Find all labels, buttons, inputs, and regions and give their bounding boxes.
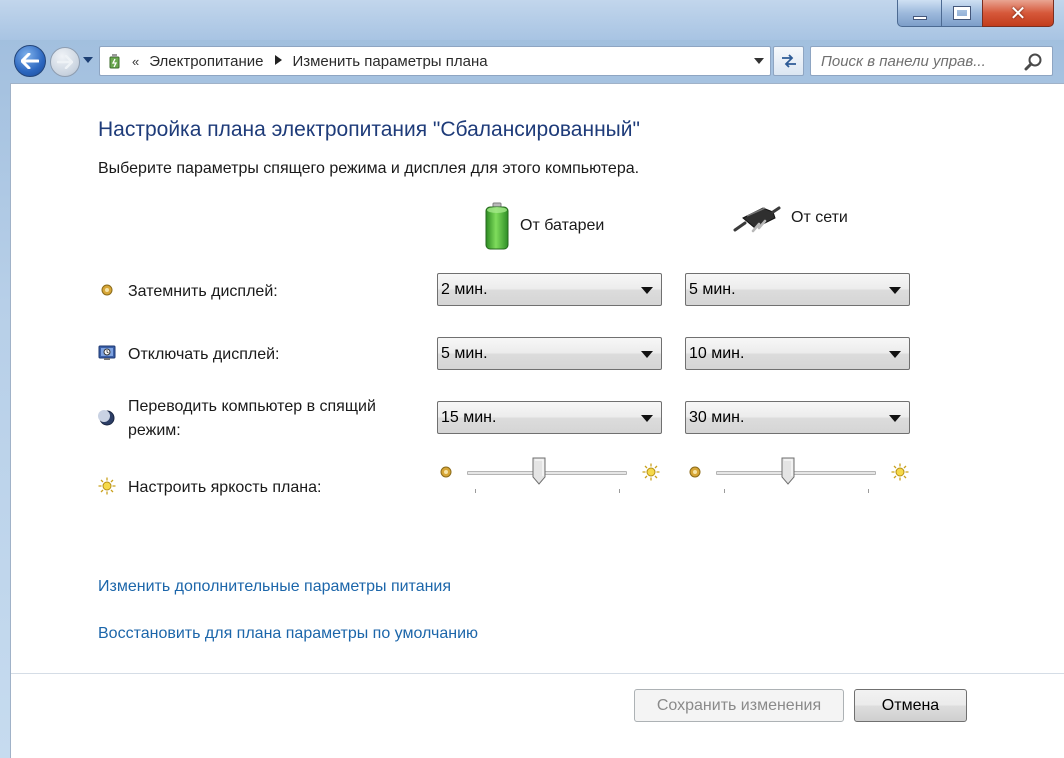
bright-sun-icon <box>642 463 660 481</box>
breadcrumb-separator-icon[interactable] <box>275 54 283 68</box>
sleep-battery-select[interactable]: 15 мин. <box>437 401 662 434</box>
chevron-down-icon <box>641 287 653 294</box>
dim-display-battery-value: 2 мин. <box>441 280 488 298</box>
sleep-plugged-select[interactable]: 30 мин. <box>685 401 910 434</box>
slider-tick <box>868 489 869 493</box>
column-label-battery: От батареи <box>520 217 605 234</box>
turn-off-display-battery-value: 5 мин. <box>441 344 488 362</box>
sun-icon <box>98 477 116 495</box>
footer-divider <box>11 673 1064 674</box>
minimize-icon <box>912 16 927 20</box>
chevron-down-icon <box>754 57 764 64</box>
display-off-icon <box>98 345 116 360</box>
chevron-down-icon <box>889 415 901 422</box>
chevron-down-icon <box>83 57 93 63</box>
moon-icon <box>98 410 115 426</box>
page-title: Настройка плана электропитания "Сбаланси… <box>98 118 640 141</box>
chevron-down-icon <box>641 415 653 422</box>
breadcrumb-edit-plan[interactable]: Изменить параметры плана <box>292 53 487 70</box>
sleep-label: Переводить компьютер в спящий режим: <box>128 395 376 443</box>
page-subtitle: Выберите параметры спящего режима и дисп… <box>98 160 640 177</box>
slider-track[interactable] <box>716 471 876 475</box>
chevron-down-icon <box>641 351 653 358</box>
battery-icon <box>485 202 509 250</box>
address-chevron[interactable]: « <box>132 54 139 69</box>
slider-thumb[interactable] <box>781 457 795 485</box>
minimize-button[interactable] <box>897 0 942 27</box>
chevron-down-icon <box>889 287 901 294</box>
brightness-plugged-slider[interactable] <box>686 457 916 497</box>
address-dropdown-button[interactable] <box>748 47 770 75</box>
refresh-icon <box>781 54 796 68</box>
search-box[interactable] <box>810 46 1053 76</box>
advanced-settings-link[interactable]: Изменить дополнительные параметры питани… <box>98 578 451 596</box>
column-header-plugged: От сети <box>733 202 848 234</box>
bright-sun-icon <box>891 463 909 481</box>
arrow-left-icon <box>21 53 39 69</box>
control-panel-icon <box>104 51 126 71</box>
dim-display-icon <box>101 284 113 296</box>
dim-sun-icon <box>689 466 701 478</box>
content-pane: Настройка плана электропитания "Сбаланси… <box>10 83 1064 758</box>
sleep-plugged-value: 30 мин. <box>689 408 745 426</box>
arrow-right-icon <box>57 55 73 69</box>
dim-display-plugged-value: 5 мин. <box>689 280 736 298</box>
dim-display-label: Затемнить дисплей: <box>128 283 278 300</box>
breadcrumb-power-options[interactable]: Электропитание <box>149 53 263 70</box>
turn-off-display-plugged-value: 10 мин. <box>689 344 745 362</box>
close-button[interactable]: ✕ <box>982 0 1054 27</box>
address-bar[interactable]: « Электропитание Изменить параметры план… <box>99 46 771 76</box>
dim-display-battery-select[interactable]: 2 мин. <box>437 273 662 306</box>
maximize-button[interactable] <box>941 0 983 27</box>
slider-tick <box>475 489 476 493</box>
save-button[interactable]: Сохранить изменения <box>634 689 844 722</box>
chevron-down-icon <box>889 351 901 358</box>
close-icon: ✕ <box>1009 1 1027 25</box>
dim-display-plugged-select[interactable]: 5 мин. <box>685 273 910 306</box>
search-input[interactable] <box>821 48 1021 74</box>
turn-off-display-battery-select[interactable]: 5 мин. <box>437 337 662 370</box>
slider-tick <box>619 489 620 493</box>
cancel-button[interactable]: Отмена <box>854 689 967 722</box>
refresh-button[interactable] <box>773 46 804 76</box>
brightness-label: Настроить яркость плана: <box>128 479 322 496</box>
recent-pages-button[interactable] <box>83 56 95 68</box>
restore-defaults-link[interactable]: Восстановить для плана параметры по умол… <box>98 625 478 643</box>
turn-off-display-label: Отключать дисплей: <box>128 346 280 363</box>
turn-off-display-plugged-select[interactable]: 10 мин. <box>685 337 910 370</box>
slider-tick <box>724 489 725 493</box>
slider-thumb[interactable] <box>532 457 546 485</box>
search-icon[interactable] <box>1024 52 1044 72</box>
column-header-battery: От батареи <box>484 202 604 250</box>
forward-button[interactable] <box>50 47 80 77</box>
plug-icon <box>733 206 781 233</box>
back-button[interactable] <box>14 45 46 77</box>
dim-sun-icon <box>440 466 452 478</box>
sleep-battery-value: 15 мин. <box>441 408 497 426</box>
sleep-label-line1: Переводить компьютер в спящий <box>128 398 376 415</box>
sleep-label-line2: режим: <box>128 422 181 439</box>
maximize-icon <box>953 6 971 20</box>
slider-track[interactable] <box>467 471 627 475</box>
column-label-plugged: От сети <box>791 209 848 226</box>
brightness-battery-slider[interactable] <box>437 457 667 497</box>
